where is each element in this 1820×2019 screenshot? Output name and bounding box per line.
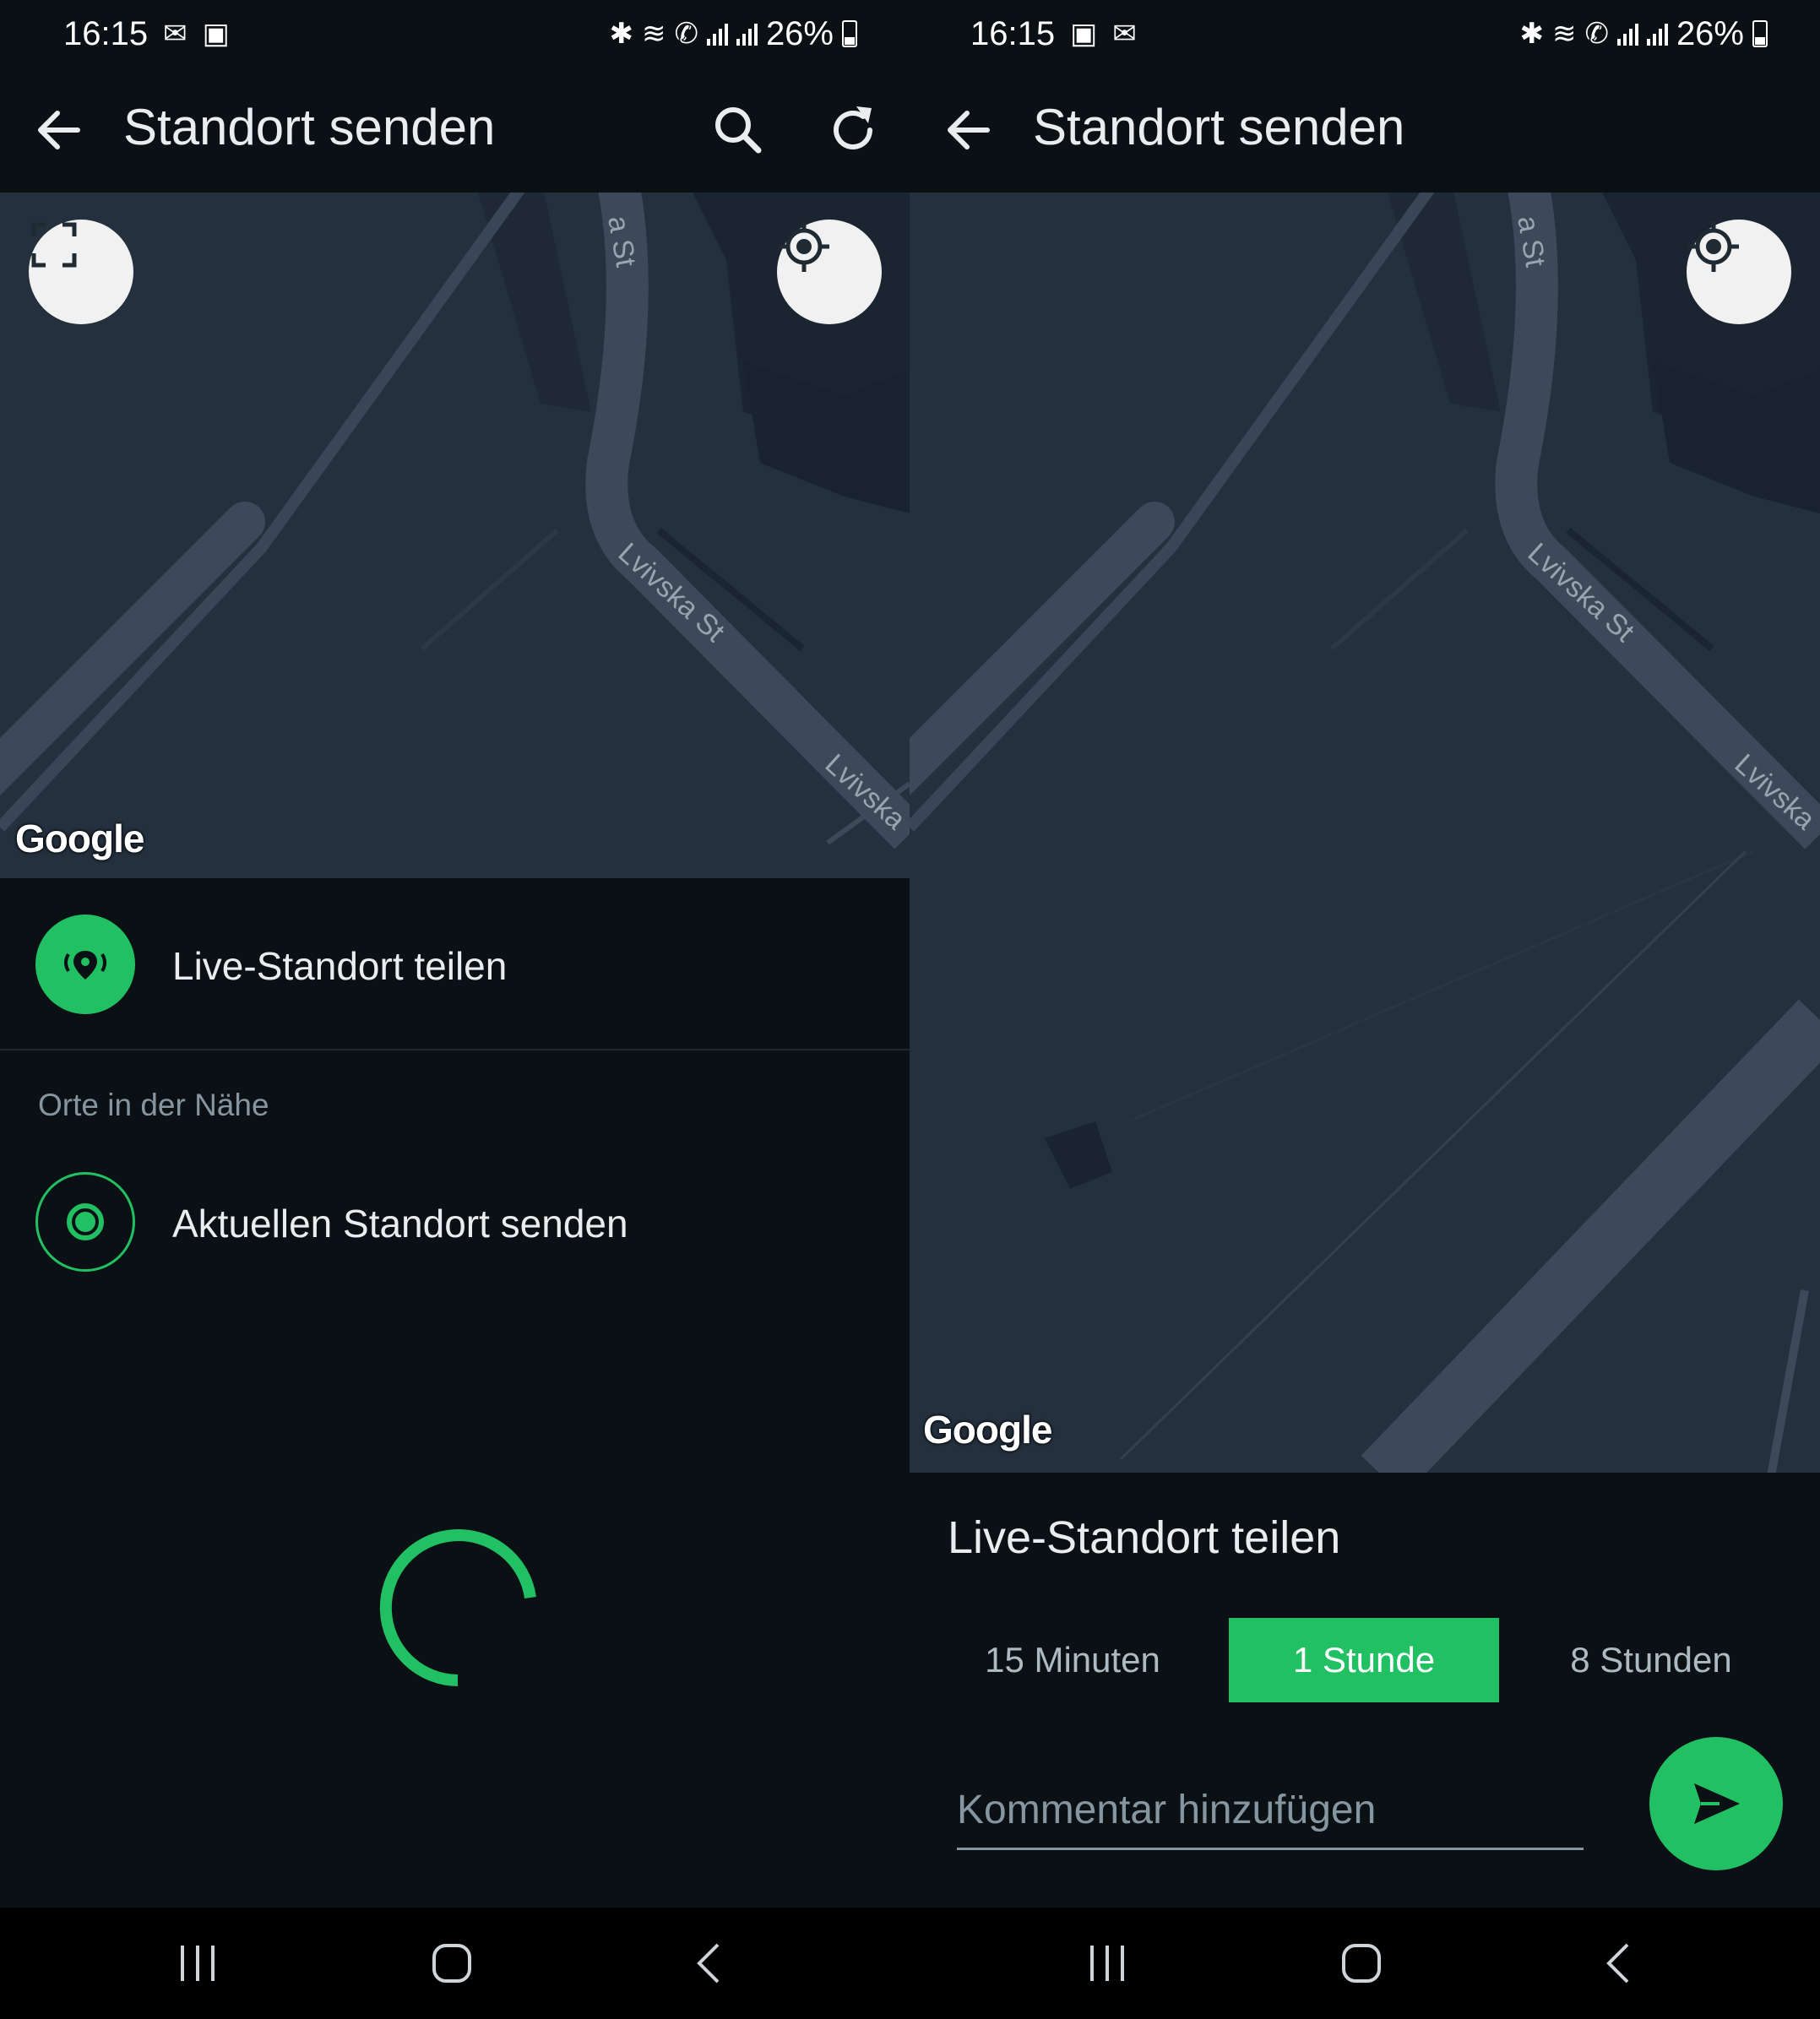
comment-underline bbox=[957, 1848, 1584, 1850]
map-roads: a St Lvivska St Lvivska bbox=[910, 193, 1820, 1473]
send-button[interactable] bbox=[1649, 1737, 1783, 1870]
gallery-icon: ▣ bbox=[202, 18, 230, 50]
page-title: Standort senden bbox=[123, 99, 496, 155]
back-button[interactable] bbox=[1587, 1931, 1651, 1995]
signal-icon bbox=[1646, 22, 1668, 46]
arrow-left-icon[interactable] bbox=[943, 106, 994, 154]
recent-apps-button[interactable] bbox=[1075, 1931, 1139, 1995]
comment-input[interactable]: Kommentar hinzufügen bbox=[957, 1787, 1376, 1833]
search-icon[interactable] bbox=[706, 98, 770, 162]
gmail-icon: ✉ bbox=[163, 18, 187, 50]
signal-icon bbox=[736, 22, 758, 46]
fullscreen-button[interactable] bbox=[29, 220, 133, 324]
signal-icon bbox=[706, 22, 728, 46]
divider bbox=[0, 1049, 910, 1050]
send-icon bbox=[1694, 1783, 1740, 1824]
battery-icon bbox=[1752, 20, 1768, 47]
duration-option-1-hour[interactable]: 1 Stunde bbox=[1229, 1618, 1499, 1702]
live-location-row[interactable]: Live-Standort teilen bbox=[0, 878, 910, 1049]
bluetooth-icon: ✱ bbox=[1519, 18, 1544, 50]
navigation-bar bbox=[910, 1908, 1820, 2019]
home-button[interactable] bbox=[1329, 1931, 1394, 1995]
home-icon bbox=[432, 1944, 471, 1983]
gmail-icon: ✉ bbox=[1112, 18, 1137, 50]
screenshot-root: 16:15 ✉ ▣ ✱ ≋ ✆ 26% Standort senden a St… bbox=[0, 0, 1820, 2019]
duration-option-8-hours[interactable]: 8 Stunden bbox=[1541, 1618, 1761, 1702]
live-location-icon bbox=[64, 951, 106, 980]
refresh-icon[interactable] bbox=[821, 98, 885, 162]
home-icon bbox=[1342, 1944, 1381, 1983]
map-view[interactable]: a St Lvivska St Lvivska Google bbox=[910, 193, 1820, 1473]
loading-spinner bbox=[379, 1529, 536, 1686]
sheet-title: Live-Standort teilen bbox=[948, 1512, 1341, 1563]
live-location-label: Live-Standort teilen bbox=[172, 944, 508, 988]
gallery-icon: ▣ bbox=[1070, 18, 1098, 50]
live-location-icon-circle bbox=[35, 915, 135, 1014]
status-time: 16:15 bbox=[970, 14, 1056, 52]
battery-percent: 26% bbox=[765, 14, 834, 52]
status-bar: 16:15 ▣ ✉ ✱ ≋ ✆ 26% bbox=[910, 0, 1820, 68]
recent-apps-button[interactable] bbox=[166, 1931, 230, 1995]
battery-percent: 26% bbox=[1676, 14, 1744, 52]
current-location-row[interactable]: Aktuellen Standort senden bbox=[0, 1157, 910, 1288]
current-location-icon-circle bbox=[35, 1172, 135, 1272]
app-bar: Standort senden bbox=[0, 68, 910, 193]
google-logo: Google bbox=[923, 1408, 1052, 1452]
fullscreen-icon bbox=[31, 222, 77, 268]
chevron-left-icon bbox=[697, 1943, 720, 1984]
chevron-left-icon bbox=[1606, 1943, 1629, 1984]
wifi-icon: ≋ bbox=[1551, 18, 1577, 50]
call-icon: ✆ bbox=[1584, 18, 1609, 50]
google-logo: Google bbox=[15, 817, 144, 860]
my-location-icon bbox=[1688, 221, 1739, 272]
call-icon: ✆ bbox=[674, 18, 698, 50]
map-view[interactable]: a St Lvivska St Lvivska Google bbox=[0, 193, 910, 878]
app-bar: Standort senden bbox=[910, 68, 1820, 193]
arrow-left-icon[interactable] bbox=[34, 106, 84, 154]
status-bar: 16:15 ✉ ▣ ✱ ≋ ✆ 26% bbox=[0, 0, 910, 68]
page-title: Standort senden bbox=[1033, 99, 1405, 155]
right-screen: 16:15 ▣ ✉ ✱ ≋ ✆ 26% Standort senden a St… bbox=[910, 0, 1820, 2019]
recent-apps-icon bbox=[181, 1946, 215, 1981]
status-time: 16:15 bbox=[63, 14, 149, 52]
map-roads: a St Lvivska St Lvivska bbox=[0, 193, 910, 849]
navigation-bar bbox=[0, 1908, 910, 2019]
back-button[interactable] bbox=[677, 1931, 742, 1995]
my-location-button[interactable] bbox=[777, 220, 882, 324]
nearby-places-header: Orte in der Nähe bbox=[38, 1088, 269, 1122]
duration-option-15-minutes[interactable]: 15 Minuten bbox=[967, 1618, 1178, 1702]
wifi-icon: ≋ bbox=[641, 18, 666, 50]
left-screen: 16:15 ✉ ▣ ✱ ≋ ✆ 26% Standort senden a St… bbox=[0, 0, 910, 2019]
recent-apps-icon bbox=[1090, 1946, 1124, 1981]
my-location-button[interactable] bbox=[1687, 220, 1791, 324]
my-location-icon bbox=[779, 221, 829, 272]
home-button[interactable] bbox=[420, 1931, 484, 1995]
radio-dot-icon bbox=[67, 1203, 104, 1240]
bluetooth-icon: ✱ bbox=[609, 18, 633, 50]
battery-icon bbox=[842, 20, 857, 47]
street-label: Lvivska St bbox=[1522, 537, 1641, 649]
current-location-label: Aktuellen Standort senden bbox=[172, 1202, 628, 1246]
signal-icon bbox=[1616, 22, 1638, 46]
street-label: Lvivska St bbox=[612, 537, 731, 649]
